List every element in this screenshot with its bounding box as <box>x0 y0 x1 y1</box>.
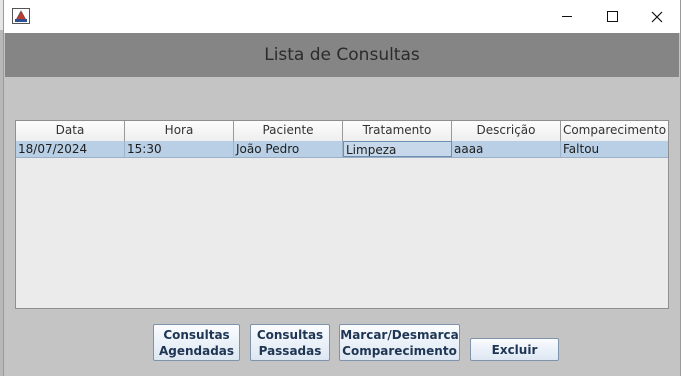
maximize-button[interactable] <box>589 0 635 33</box>
header-band: Lista de Consultas <box>5 33 679 77</box>
button-label-line: Consultas <box>256 327 324 342</box>
java-app-icon <box>12 8 30 24</box>
excluir-button[interactable]: Excluir <box>470 338 559 361</box>
maximize-icon <box>606 11 618 22</box>
consultas-window: Lista de Consultas Data Hora Paciente Tr… <box>3 0 681 376</box>
consultas-agendadas-button[interactable]: Consultas Agendadas <box>153 324 240 361</box>
close-button[interactable] <box>634 0 680 33</box>
table-cell[interactable]: 15:30 <box>125 141 234 157</box>
column-header-hora[interactable]: Hora <box>125 121 234 141</box>
table-cell[interactable]: Faltou <box>561 141 668 157</box>
close-icon <box>651 11 663 22</box>
button-label-line: Agendadas <box>158 343 235 358</box>
button-label: Excluir <box>491 342 538 357</box>
consultas-table[interactable]: Data Hora Paciente Tratamento Descrição … <box>15 120 669 309</box>
column-header-paciente[interactable]: Paciente <box>234 121 343 141</box>
minimize-icon <box>562 16 572 17</box>
button-label-line: Comparecimento <box>342 343 457 358</box>
button-label-line: Passadas <box>258 343 322 358</box>
consultas-passadas-button[interactable]: Consultas Passadas <box>250 324 330 361</box>
marcar-comparecimento-button[interactable]: Marcar/Desmarca Comparecimento <box>339 324 460 361</box>
column-header-tratamento[interactable]: Tratamento <box>343 121 452 141</box>
minimize-button[interactable] <box>544 0 590 33</box>
table-cell[interactable]: João Pedro <box>234 141 343 157</box>
table-row[interactable]: 18/07/2024 15:30 João Pedro Limpeza aaaa… <box>16 141 668 158</box>
title-bar[interactable] <box>4 0 680 33</box>
button-label-line: Marcar/Desmarca <box>340 327 459 342</box>
table-cell[interactable]: aaaa <box>452 141 561 157</box>
table-cell[interactable]: 18/07/2024 <box>16 141 125 157</box>
column-header-data[interactable]: Data <box>16 121 125 141</box>
button-label-line: Consultas <box>163 327 230 342</box>
page-title: Lista de Consultas <box>264 45 420 65</box>
table-header: Data Hora Paciente Tratamento Descrição … <box>16 121 668 141</box>
table-cell-focused[interactable]: Limpeza <box>343 141 452 157</box>
column-header-comparecimento[interactable]: Comparecimento <box>561 121 668 141</box>
column-header-descricao[interactable]: Descrição <box>452 121 561 141</box>
